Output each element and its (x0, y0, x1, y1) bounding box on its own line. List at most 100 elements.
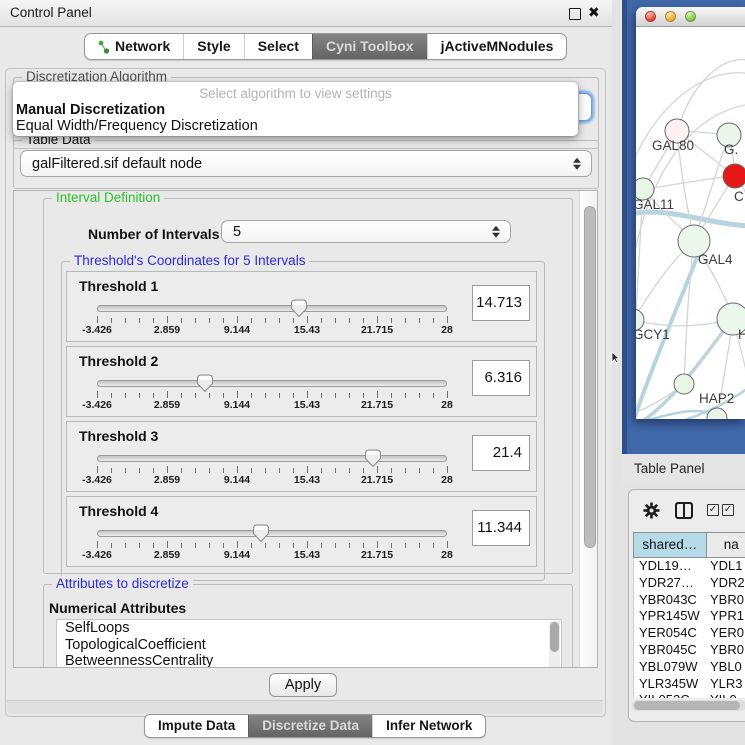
screenshot-root: Control Panel ✖ NetworkStyleSelectCyni T… (0, 0, 745, 745)
tab-label: Impute Data (158, 716, 235, 736)
network-icon (98, 40, 110, 54)
cell-shared-name: YER054C (634, 625, 710, 642)
tick-label: 28 (441, 324, 453, 336)
attribute-item[interactable]: TopologicalCoefficient (57, 637, 561, 654)
tick-label: 2.859 (154, 549, 180, 561)
table-panel-header: Table Panel (622, 454, 745, 483)
tick-label: -3.426 (82, 474, 112, 486)
apply-button[interactable]: Apply (269, 673, 337, 697)
table-row[interactable]: YLR345WYLR3 (634, 676, 745, 693)
node-label: HAP2 (699, 391, 734, 406)
column-header-name[interactable]: na (707, 532, 745, 558)
combo-value: 5 (233, 221, 241, 243)
attribute-item[interactable]: BetweennessCentrality (57, 653, 561, 668)
tick-label: 15.43 (294, 549, 320, 561)
slider-track[interactable] (97, 530, 447, 537)
dropdown-option-manual[interactable]: Manual Discretization (16, 102, 165, 118)
graph-node-hap2[interactable] (674, 374, 694, 394)
network-window-titlebar (636, 7, 745, 27)
threshold-panel-1: Threshold 1-3.4262.8599.14415.4321.71528… (66, 271, 537, 342)
tick-label: 15.43 (294, 474, 320, 486)
attribute-list[interactable]: SelfLoopsTopologicalCoefficientBetweenne… (56, 619, 562, 668)
tick-label: 21.715 (361, 324, 393, 336)
tab-cyni-toolbox[interactable]: Cyni Toolbox (312, 34, 427, 59)
threshold-slider[interactable]: -3.4262.8599.14415.4321.71528 (95, 449, 451, 491)
slider-ticks (97, 540, 449, 549)
float-window-icon[interactable] (569, 8, 581, 20)
table-row[interactable]: YDR27…YDR2 (634, 575, 745, 592)
spinner-arrows-icon[interactable] (573, 156, 581, 171)
group-title: Attributes to discretize (52, 576, 193, 591)
tab-label: Discretize Data (262, 716, 359, 736)
tick-label: 21.715 (361, 399, 393, 411)
threshold-label: Threshold 1 (79, 278, 158, 294)
table-data-combo[interactable]: galFiltered.sif default node (20, 150, 592, 177)
list-scrollbar[interactable] (549, 621, 560, 668)
threshold-slider[interactable]: -3.4262.8599.14415.4321.71528 (95, 374, 451, 416)
threshold-value-field[interactable]: 6.316 (472, 360, 530, 396)
tick-label: 9.144 (224, 324, 250, 336)
columns-icon[interactable] (675, 502, 693, 519)
checkbox-icon[interactable]: ✓ (722, 504, 734, 516)
tick-label: 15.43 (294, 399, 320, 411)
threshold-value-field[interactable]: 14.713 (472, 285, 530, 321)
minimize-light[interactable] (665, 11, 676, 22)
close-icon[interactable]: ✖ (588, 4, 600, 21)
number-of-intervals-label: Number of Intervals (88, 226, 219, 242)
checkbox-icon[interactable]: ✓ (707, 504, 719, 516)
table-row[interactable]: YDL19…YDL1 (634, 558, 745, 575)
threshold-slider[interactable]: -3.4262.8599.14415.4321.71528 (95, 299, 451, 341)
spinner-arrows-icon[interactable] (492, 224, 500, 239)
attribute-item[interactable]: SelfLoops (57, 620, 561, 637)
close-light[interactable] (645, 11, 656, 22)
cell-shared-name: YDL19… (634, 558, 710, 575)
cell-shared-name: YDR27… (634, 575, 710, 592)
tab-infer-network[interactable]: Infer Network (372, 715, 485, 737)
zoom-light[interactable] (685, 11, 696, 22)
table-row[interactable]: YBL079WYBL0 (634, 659, 745, 676)
cell-shared-name: YBR043C (634, 592, 710, 609)
tab-impute-data[interactable]: Impute Data (145, 715, 248, 737)
table-row[interactable]: YPR145WYPR1 (634, 608, 745, 625)
horizontal-scrollbar[interactable] (632, 700, 745, 711)
table-row[interactable]: YBR045CYBR0 (634, 642, 745, 659)
node-label: GCY1 (636, 327, 670, 342)
group-title: Threshold's Coordinates for 5 Intervals (70, 253, 309, 268)
scrollbar-thumb[interactable] (584, 206, 596, 548)
combo-value: galFiltered.sif default node (32, 151, 202, 177)
tick-label: 2.859 (154, 474, 180, 486)
cell-name: YBR0 (710, 642, 745, 659)
slider-ticks (97, 465, 449, 474)
number-of-intervals-combo[interactable]: 5 (221, 220, 511, 243)
attributes-group: Attributes to discretize Numerical Attri… (43, 584, 573, 668)
tick-label: 28 (441, 399, 453, 411)
table-row[interactable]: YIL052CYIL0 (634, 692, 745, 698)
settings-scroll-panel: Interval Definition Number of Intervals … (13, 190, 598, 668)
tick-label: 9.144 (224, 549, 250, 561)
threshold-label: Threshold 3 (79, 428, 158, 444)
tab-label: Style (197, 35, 230, 58)
tab-select[interactable]: Select (244, 34, 312, 59)
tick-label: 28 (441, 549, 453, 561)
table-body[interactable]: YDL19…YDL1YDR27…YDR2YBR043CYBR0YPR145WYP… (633, 558, 745, 698)
tab-discretize-data[interactable]: Discretize Data (248, 715, 372, 737)
graph-node-c[interactable] (723, 164, 745, 188)
slider-ticks (97, 315, 449, 324)
dropdown-option-equal-width[interactable]: Equal Width/Frequency Discretization (16, 118, 258, 134)
slider-track[interactable] (97, 305, 447, 312)
threshold-value-field[interactable]: 21.4 (472, 435, 530, 471)
tab-style[interactable]: Style (183, 34, 243, 59)
slider-track[interactable] (97, 380, 447, 387)
threshold-label: Threshold 4 (79, 503, 158, 519)
table-row[interactable]: YER054CYER0 (634, 625, 745, 642)
table-row[interactable]: YBR043CYBR0 (634, 592, 745, 609)
tab-network[interactable]: Network (85, 34, 183, 59)
slider-track[interactable] (97, 455, 447, 462)
vertical-scrollbar[interactable] (579, 191, 598, 667)
tab-jactivemnodules[interactable]: jActiveMNodules (427, 34, 567, 59)
threshold-slider[interactable]: -3.4262.8599.14415.4321.71528 (95, 524, 451, 566)
threshold-value-field[interactable]: 11.344 (472, 510, 530, 546)
gear-icon[interactable] (643, 502, 660, 519)
column-header-shared[interactable]: shared… (633, 532, 707, 558)
network-graph-canvas[interactable]: GAL80G.CGAL11GAL4HGCY1HAP2 (636, 26, 745, 419)
